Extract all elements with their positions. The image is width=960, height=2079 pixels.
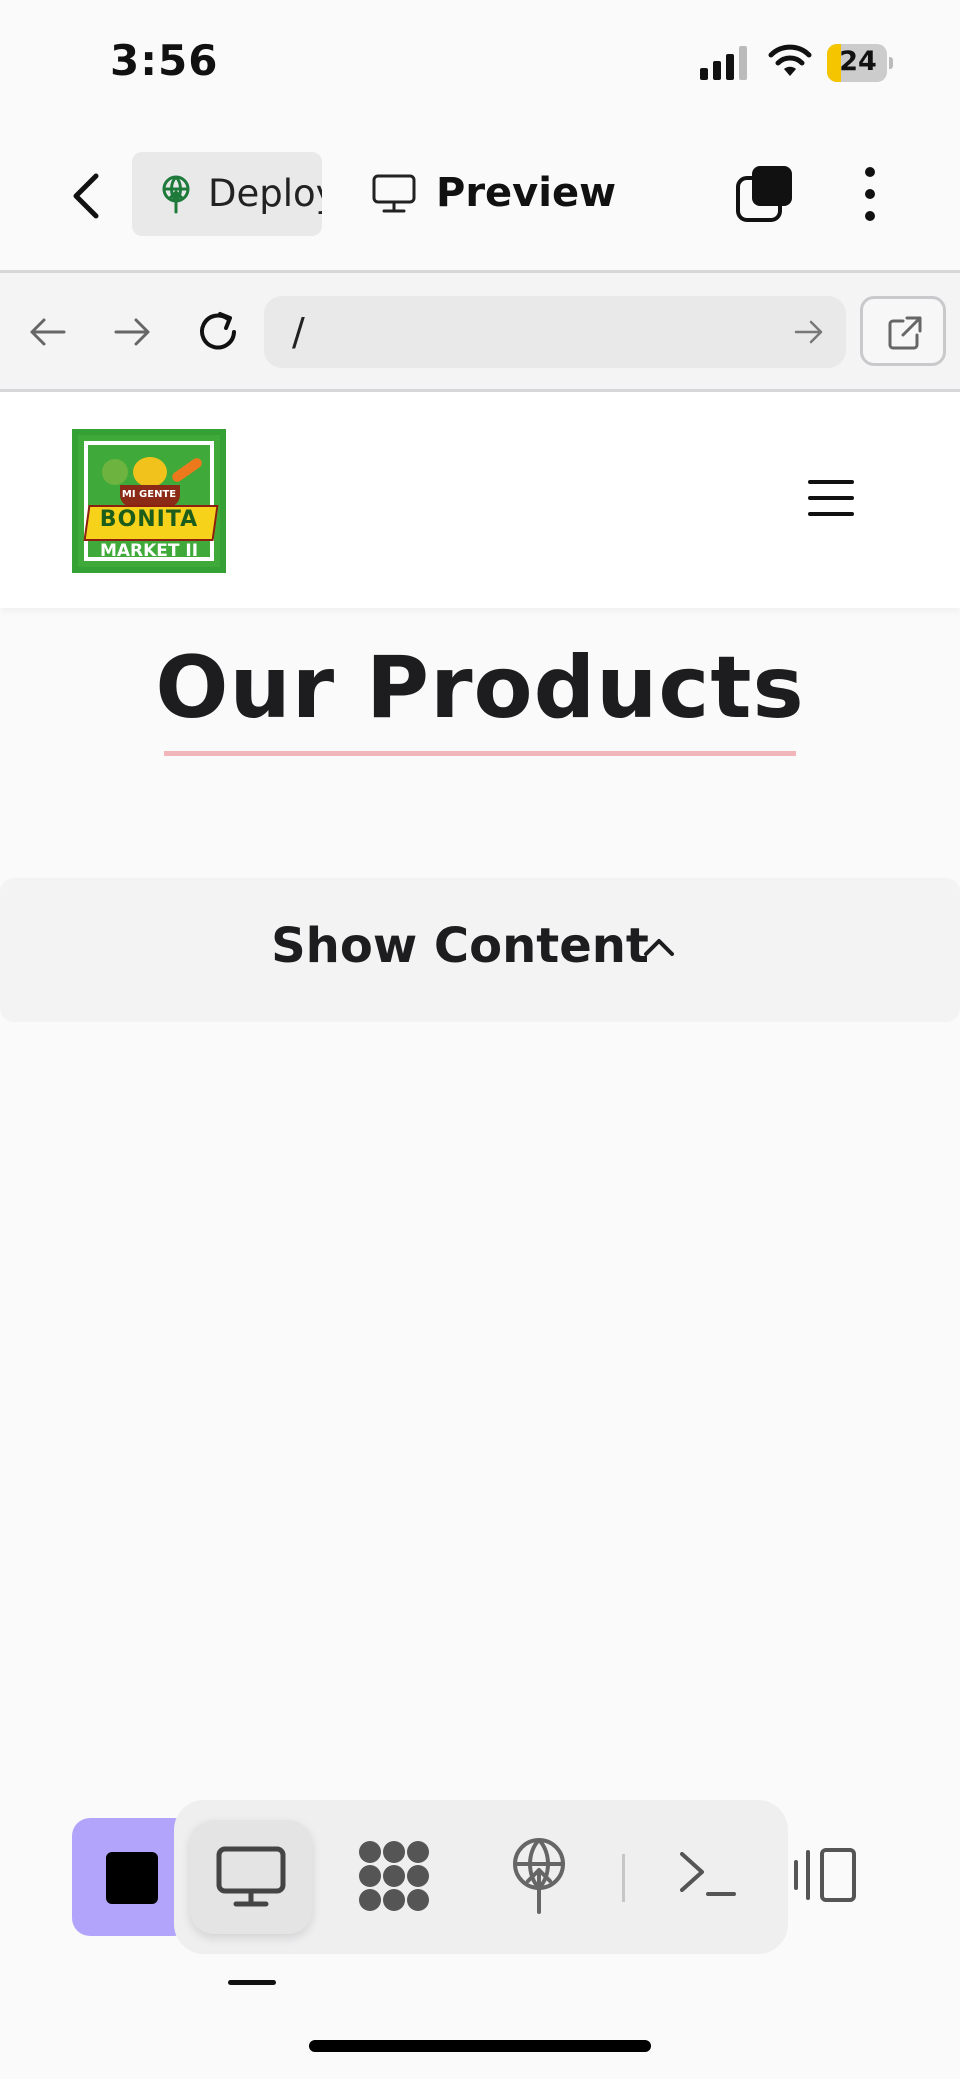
chevron-up-icon — [644, 939, 674, 956]
terminal-icon[interactable] — [678, 1846, 738, 1900]
reload-icon[interactable] — [194, 308, 242, 356]
show-content-button[interactable]: Show Content — [0, 878, 960, 1022]
battery-indicator: 24 — [827, 44, 893, 82]
toolbar-divider — [622, 1854, 625, 1902]
apps-icon[interactable] — [356, 1838, 432, 1914]
url-value: / — [292, 310, 305, 354]
preview-tab-label: Preview — [436, 170, 617, 216]
arrow-right-icon[interactable] — [112, 312, 152, 352]
more-vertical-icon[interactable] — [850, 164, 890, 224]
page-title: Our Products — [155, 638, 805, 738]
monitor-icon — [372, 174, 416, 213]
monitor-icon — [216, 1846, 286, 1907]
logo-line1: MI GENTE — [121, 489, 177, 500]
arrow-left-icon[interactable] — [28, 312, 68, 352]
layers-icon[interactable] — [734, 164, 794, 224]
wifi-icon — [768, 44, 812, 76]
desktop-tool-button[interactable] — [190, 1820, 312, 1934]
status-time: 3:56 — [110, 36, 219, 85]
home-indicator[interactable] — [309, 2040, 651, 2052]
open-external-button[interactable] — [860, 296, 946, 366]
stop-icon — [106, 1852, 158, 1904]
title-underline — [164, 751, 796, 756]
battery-level: 24 — [839, 46, 877, 77]
show-content-label: Show Content — [271, 918, 649, 974]
chevron-left-icon[interactable] — [66, 168, 106, 224]
active-tool-indicator — [228, 1980, 276, 1985]
arrow-right-icon[interactable] — [794, 318, 824, 346]
url-input[interactable]: / — [264, 296, 846, 368]
deploy-tab-label: Deploy — [208, 172, 322, 215]
hamburger-icon[interactable] — [808, 478, 856, 518]
deploy-globe-icon — [162, 175, 190, 214]
deploy-tab[interactable]: Deploy — [132, 152, 322, 236]
deploy-globe-icon[interactable] — [508, 1836, 570, 1916]
logo-line2: BONITA — [99, 507, 199, 532]
external-link-icon — [888, 316, 922, 350]
cellular-signal-icon — [700, 46, 747, 80]
side-panel-icon[interactable] — [792, 1846, 862, 1904]
site-logo[interactable]: MI GENTE BONITA MARKET II — [72, 429, 226, 573]
logo-line3: MARKET II — [99, 541, 199, 561]
